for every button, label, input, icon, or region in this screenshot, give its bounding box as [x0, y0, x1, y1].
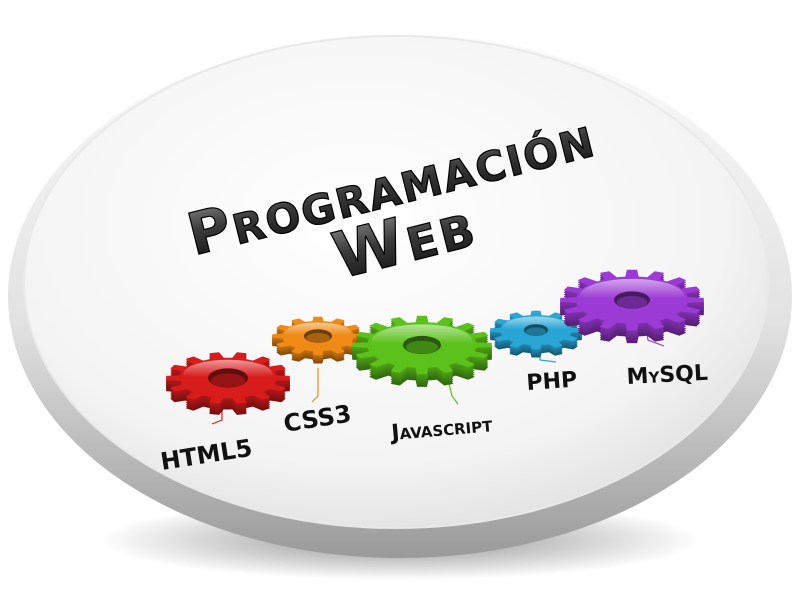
purple-gear-hub-inner — [616, 296, 648, 309]
blue-gear-hub-inner — [525, 327, 547, 336]
badge-graphic: Programación Web HTML5 CSS3 Javascript P… — [0, 0, 800, 600]
green-gear-hub-inner — [405, 340, 439, 354]
programacion-web-badge: Programación Web HTML5 CSS3 Javascript P… — [8, 34, 792, 580]
green-gear-icon — [352, 315, 492, 387]
label-php: PHP — [526, 368, 578, 396]
red-gear-hub-inner — [211, 373, 245, 388]
orange-gear-hub-inner — [306, 332, 330, 343]
purple-gear-icon — [560, 269, 704, 344]
label-mysql: MySQL — [626, 361, 709, 390]
